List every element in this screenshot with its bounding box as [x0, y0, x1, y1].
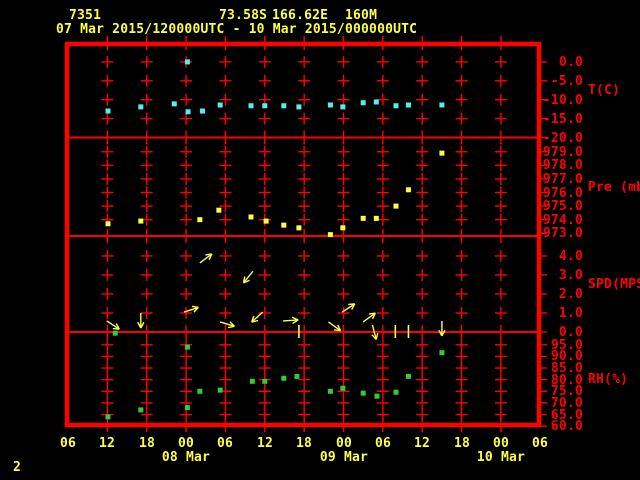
- x-axis-hour-label: 12: [98, 436, 116, 451]
- x-axis-hour-label: 06: [374, 436, 392, 451]
- x-axis-hour-label: 12: [413, 436, 431, 451]
- wind-arrow-head: [375, 332, 379, 340]
- y-axis-tick-label: 3.0: [558, 268, 583, 283]
- pressure-point: [439, 150, 445, 156]
- humidity-point: [360, 390, 366, 396]
- temperature-point: [262, 103, 268, 109]
- temperature-point: [327, 102, 333, 108]
- temperature-point: [340, 104, 346, 110]
- x-axis-date-label: 10 Mar: [476, 450, 526, 465]
- y-axis-tick-label: 60.0: [550, 419, 583, 434]
- humidity-point: [184, 405, 190, 411]
- temperature-point: [185, 109, 191, 115]
- page-number: 2: [13, 460, 22, 475]
- x-axis-hour-label: 06: [216, 436, 234, 451]
- x-axis-hour-label: 18: [453, 436, 471, 451]
- humidity-point: [262, 378, 268, 384]
- wind-arrow-head: [228, 325, 235, 329]
- humidity-point: [374, 393, 380, 399]
- y-axis-tick-label: 0.0: [558, 55, 583, 70]
- x-axis-hour-label: 12: [256, 436, 274, 451]
- x-axis-hour-label: 00: [177, 436, 195, 451]
- pressure-point: [138, 218, 144, 224]
- humidity-point: [405, 373, 411, 379]
- pressure-point: [373, 215, 379, 221]
- y-axis-tick-label: 1.0: [558, 306, 583, 321]
- y-axis-tick-label: 978.0: [542, 158, 583, 173]
- temperature-point: [296, 104, 302, 110]
- wind-arrow-head: [191, 305, 199, 309]
- humidity-point: [105, 414, 111, 420]
- pressure-point: [327, 232, 333, 238]
- humidity-point: [439, 350, 445, 356]
- pressure-point: [405, 187, 411, 193]
- panel-axis-label-temperature: T(C): [588, 83, 621, 98]
- temperature-point: [248, 103, 254, 109]
- x-axis-date-label: 09 Mar: [319, 450, 369, 465]
- temperature-point: [199, 108, 205, 114]
- y-axis-tick-label: -15.0: [542, 112, 583, 127]
- wind-arrow-head: [334, 329, 341, 332]
- x-axis-hour-label: 18: [295, 436, 313, 451]
- pressure-point: [248, 214, 254, 220]
- humidity-point: [112, 330, 118, 336]
- meteogram-screen: 7351 73.58S 166.62E 160M 07 Mar 2015/120…: [0, 0, 640, 480]
- temperature-point: [171, 101, 177, 107]
- pressure-point: [360, 215, 366, 221]
- temperature-point: [138, 104, 144, 110]
- y-axis-tick-label: -10.0: [542, 93, 583, 108]
- x-axis-hour-label: 06: [531, 436, 549, 451]
- pressure-point: [105, 221, 111, 227]
- temperature-point: [405, 102, 411, 108]
- humidity-point: [340, 385, 346, 391]
- humidity-point: [184, 344, 190, 350]
- humidity-point: [327, 388, 333, 394]
- x-axis-hour-label: 18: [138, 436, 156, 451]
- temperature-point: [360, 100, 366, 106]
- humidity-point: [197, 388, 203, 394]
- pressure-point: [263, 218, 269, 224]
- y-axis-tick-label: -5.0: [550, 74, 583, 89]
- panel-axis-label-pressure: Pre (mb): [588, 180, 640, 195]
- humidity-point: [138, 407, 144, 413]
- humidity-point: [217, 387, 223, 393]
- wind-arrow-head: [112, 327, 120, 330]
- pressure-point: [296, 225, 302, 231]
- humidity-point: [281, 375, 287, 381]
- panel-axis-label-humidity: RH(%): [588, 372, 629, 387]
- temperature-point: [217, 102, 223, 108]
- y-axis-tick-label: -20.0: [542, 131, 583, 146]
- temperature-point: [393, 103, 399, 109]
- panel-axis-label-wind_speed: SPD(MPS): [588, 277, 640, 292]
- pressure-point: [197, 217, 203, 223]
- pressure-point: [340, 225, 346, 231]
- y-axis-tick-label: 975.0: [542, 199, 583, 214]
- humidity-point: [294, 373, 300, 379]
- y-axis-tick-label: 4.0: [558, 249, 583, 264]
- x-axis-hour-label: 00: [492, 436, 510, 451]
- x-axis-date-label: 08 Mar: [161, 450, 211, 465]
- x-axis-hour-label: 00: [335, 436, 353, 451]
- pressure-point: [281, 222, 287, 228]
- x-axis-hour-label: 06: [59, 436, 77, 451]
- temperature-point: [281, 103, 287, 109]
- y-axis-tick-label: 973.0: [542, 226, 583, 241]
- pressure-point: [216, 207, 222, 213]
- humidity-point: [249, 378, 255, 384]
- y-axis-tick-label: 977.0: [542, 172, 583, 187]
- temperature-point: [105, 108, 111, 114]
- temperature-point: [373, 99, 379, 105]
- temperature-point: [184, 59, 190, 65]
- pressure-point: [393, 203, 399, 209]
- y-axis-tick-label: 2.0: [558, 287, 583, 302]
- temperature-point: [439, 102, 445, 108]
- humidity-point: [393, 389, 399, 395]
